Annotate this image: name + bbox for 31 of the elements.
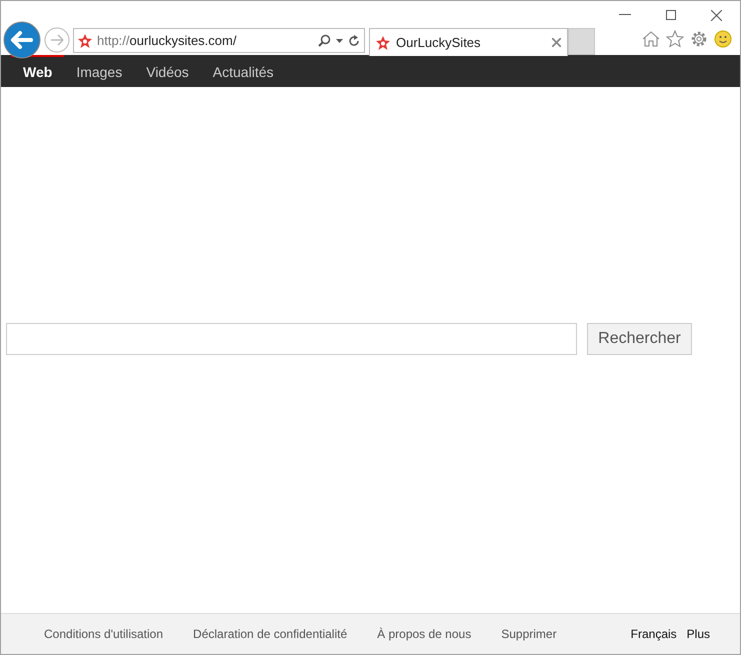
- footer-link[interactable]: Français: [630, 625, 677, 643]
- smiley-icon[interactable]: [714, 30, 732, 48]
- browser-tab[interactable]: OurLuckySites: [369, 28, 568, 56]
- nav-tab[interactable]: Images: [64, 55, 134, 87]
- close-icon[interactable]: [711, 10, 722, 21]
- search-button[interactable]: Rechercher: [587, 323, 692, 355]
- url-scheme: http://: [97, 32, 130, 48]
- settings-icon[interactable]: [690, 30, 708, 48]
- back-icon[interactable]: [3, 21, 41, 59]
- site-logo-icon: [376, 36, 390, 50]
- close-icon[interactable]: [552, 38, 561, 47]
- search-icon[interactable]: [318, 34, 331, 47]
- address-field[interactable]: http://ourluckysites.com/: [73, 28, 365, 53]
- footer-link[interactable]: À propos de nous: [377, 625, 472, 643]
- minimize-icon[interactable]: [619, 14, 631, 16]
- star-icon[interactable]: [666, 30, 684, 48]
- nav-tab[interactable]: Vidéos: [134, 55, 201, 87]
- search-field[interactable]: [6, 323, 577, 355]
- footer-link[interactable]: Supprimer: [501, 625, 557, 643]
- url-host: ourluckysites.com/: [130, 32, 236, 48]
- tab-title: OurLuckySites: [396, 34, 482, 52]
- site-logo-icon: [78, 34, 92, 48]
- nav-tab[interactable]: Web: [11, 55, 64, 87]
- nav-tab[interactable]: Actualités: [200, 55, 286, 87]
- refresh-icon[interactable]: [348, 34, 360, 46]
- maximize-icon[interactable]: [666, 10, 676, 20]
- home-icon[interactable]: [642, 30, 660, 48]
- footer-link[interactable]: Conditions d'utilisation: [44, 625, 164, 643]
- footer-link[interactable]: Déclaration de confidentialité: [193, 625, 348, 643]
- footer-link[interactable]: Plus: [686, 625, 710, 643]
- dropdown-caret-icon[interactable]: [336, 38, 343, 42]
